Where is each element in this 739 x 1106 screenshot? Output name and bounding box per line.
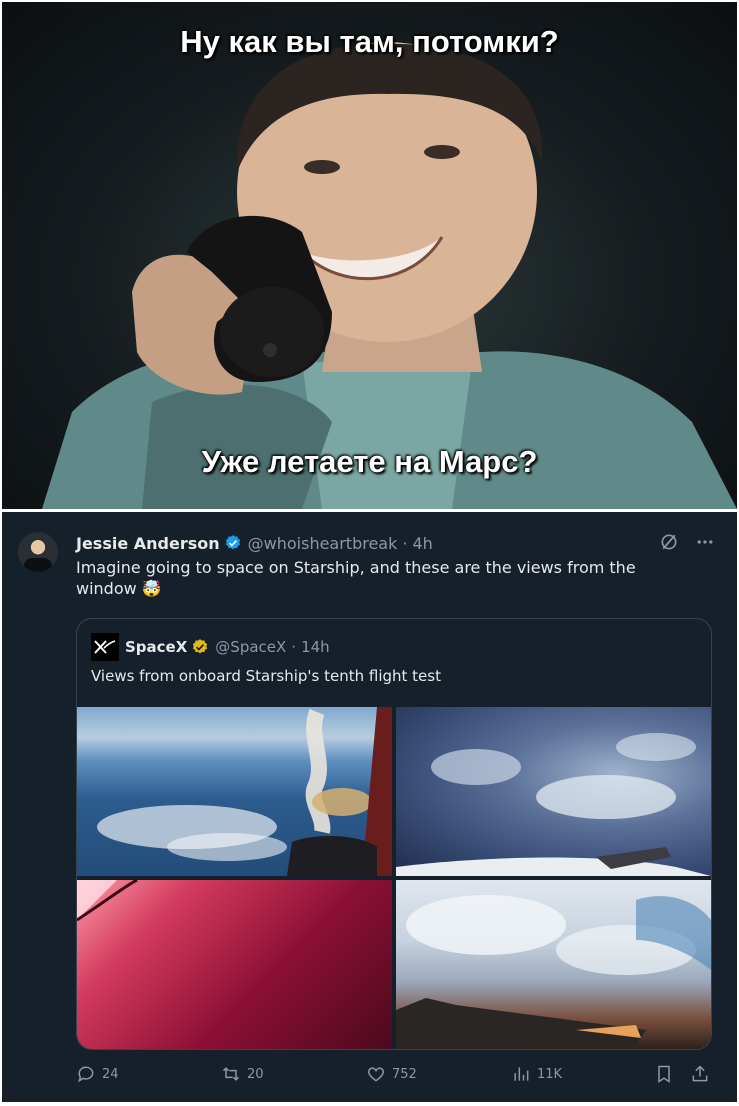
- author-name[interactable]: Jessie Anderson: [76, 534, 220, 553]
- views-icon: [514, 1067, 529, 1081]
- share-icon: [692, 1065, 708, 1082]
- quote-header: SpaceX @SpaceX · 14h: [91, 633, 330, 661]
- meme-image: Ну как вы там, потомки? Уже летаете на М…: [2, 2, 737, 509]
- quoted-tweet[interactable]: SpaceX @SpaceX · 14h Views from onboard …: [76, 618, 712, 1050]
- author-avatar[interactable]: [18, 532, 58, 572]
- like-button[interactable]: 752: [366, 1064, 417, 1084]
- tweet-text: Imagine going to space on Starship, and …: [76, 558, 636, 598]
- spacex-x-icon: [94, 640, 116, 654]
- verified-badge-icon: [225, 535, 240, 550]
- bookmark-button[interactable]: [654, 1064, 674, 1084]
- media-photo-2[interactable]: [396, 707, 711, 876]
- views-count: 11K: [537, 1066, 563, 1082]
- earth-view-clouds: [396, 733, 711, 876]
- action-bar: 24 20 752 11K: [76, 1064, 710, 1088]
- quote-author-handle[interactable]: @SpaceX: [215, 638, 286, 656]
- quote-text: Views from onboard Starship's tenth flig…: [91, 667, 441, 685]
- meme-top-caption: Ну как вы там, потомки?: [180, 24, 559, 59]
- repost-icon: [222, 1067, 240, 1081]
- header-actions: [659, 532, 715, 552]
- reply-count: 24: [102, 1066, 119, 1082]
- reply-icon: [78, 1066, 94, 1083]
- earth-view-flap: [396, 895, 711, 1049]
- quote-author-name[interactable]: SpaceX: [125, 638, 187, 656]
- media-grid: [77, 707, 711, 1049]
- meme-photo: [42, 42, 737, 509]
- more-icon[interactable]: [695, 532, 715, 552]
- views-button[interactable]: 11K: [511, 1064, 562, 1084]
- media-photo-3[interactable]: [77, 880, 392, 1049]
- author-handle[interactable]: @whoisheartbreak: [248, 534, 398, 553]
- grok-icon[interactable]: [659, 532, 679, 552]
- gold-verified-badge-icon: [193, 639, 208, 654]
- tweet-time[interactable]: 4h: [412, 534, 432, 553]
- media-photo-4[interactable]: [396, 880, 711, 1049]
- repost-button[interactable]: 20: [221, 1064, 264, 1084]
- earth-view-plume: [97, 707, 392, 876]
- reply-button[interactable]: 24: [76, 1064, 119, 1084]
- like-count: 752: [392, 1066, 417, 1082]
- quote-time[interactable]: 14h: [301, 638, 330, 656]
- tweet-header: Jessie Anderson @whoisheartbreak · 4h: [76, 532, 433, 554]
- bookmark-icon: [658, 1065, 670, 1083]
- media-photo-1[interactable]: [77, 707, 392, 876]
- like-icon: [367, 1067, 385, 1082]
- meme-bottom-caption: Уже летаете на Марс?: [201, 444, 538, 479]
- tweet-card[interactable]: Jessie Anderson @whoisheartbreak · 4h Im…: [2, 512, 737, 1102]
- spacex-logo-avatar[interactable]: [91, 633, 119, 661]
- share-button[interactable]: [690, 1064, 710, 1084]
- reentry-plasma-view: [77, 880, 138, 922]
- separator-dot: ·: [291, 638, 297, 656]
- repost-count: 20: [247, 1066, 264, 1082]
- separator-dot: ·: [402, 533, 408, 553]
